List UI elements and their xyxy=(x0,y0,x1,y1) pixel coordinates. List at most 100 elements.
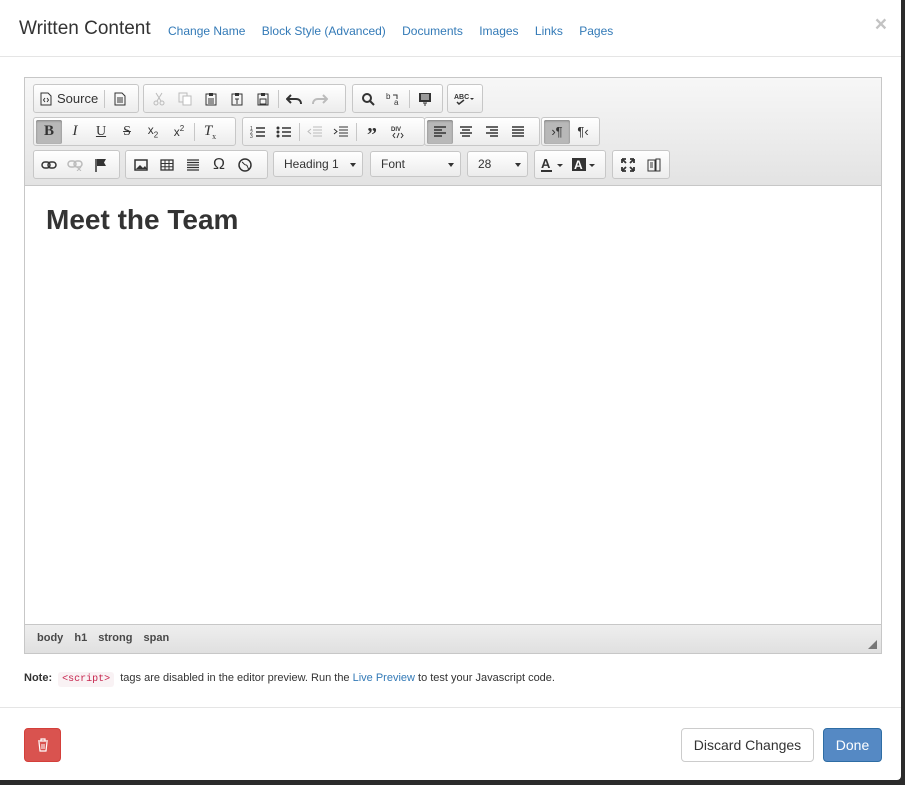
spellcheck-button[interactable]: ABC xyxy=(450,87,480,111)
scissors-icon xyxy=(153,92,165,105)
indent-button[interactable] xyxy=(328,120,354,144)
images-link[interactable]: Images xyxy=(479,24,518,38)
trash-icon xyxy=(37,738,48,752)
clipboard-icon xyxy=(205,92,217,105)
replace-button[interactable]: ba xyxy=(381,87,407,111)
toolbar-group-find: ba xyxy=(352,84,443,113)
source-label: Source xyxy=(57,91,99,106)
ltr-button[interactable]: ›¶ xyxy=(544,119,570,144)
live-preview-link[interactable]: Live Preview xyxy=(353,672,415,684)
justify-button[interactable] xyxy=(505,120,531,144)
paste-text-button[interactable] xyxy=(224,87,250,111)
block-style-link[interactable]: Block Style (Advanced) xyxy=(262,24,386,38)
rtl-button[interactable]: ¶‹ xyxy=(570,120,596,144)
change-name-link[interactable]: Change Name xyxy=(168,24,245,38)
indent-icon xyxy=(333,126,348,136)
subscript-icon: x2 xyxy=(147,123,159,140)
numbered-list-button[interactable]: 123 xyxy=(245,120,271,144)
superscript-button[interactable]: x2 xyxy=(166,120,192,144)
svg-text:3: 3 xyxy=(250,134,253,139)
path-item-span[interactable]: span xyxy=(144,632,170,644)
paste-word-icon xyxy=(257,92,269,105)
align-right-button[interactable] xyxy=(479,120,505,144)
documents-link[interactable]: Documents xyxy=(402,24,463,38)
iframe-button[interactable] xyxy=(232,153,258,177)
image-button[interactable] xyxy=(128,153,154,177)
background-color-icon: A xyxy=(572,157,595,172)
preview-button[interactable] xyxy=(107,87,133,111)
toolbar-group-clipboard xyxy=(143,84,346,113)
bulleted-list-button[interactable] xyxy=(271,120,297,144)
special-char-button[interactable]: Ω xyxy=(206,153,232,177)
done-button[interactable]: Done xyxy=(823,728,882,762)
div-button[interactable]: DIV xyxy=(385,120,411,144)
paste-word-button[interactable] xyxy=(250,87,276,111)
source-icon xyxy=(40,92,52,105)
toolbar-separator xyxy=(409,89,410,108)
undo-button[interactable] xyxy=(281,87,307,111)
maximize-button[interactable] xyxy=(615,153,641,177)
cut-button[interactable] xyxy=(146,87,172,111)
link-button[interactable] xyxy=(36,153,62,177)
show-blocks-button[interactable] xyxy=(641,153,667,177)
align-right-icon xyxy=(486,125,498,137)
path-item-body[interactable]: body xyxy=(37,632,63,644)
toolbar-group-basicstyles: B I U S x2 x2 Tx xyxy=(33,117,236,146)
resize-handle-icon[interactable] xyxy=(868,640,877,649)
links-link[interactable]: Links xyxy=(535,24,563,38)
table-button[interactable] xyxy=(154,153,180,177)
anchor-button[interactable] xyxy=(88,153,114,177)
redo-button[interactable] xyxy=(307,87,333,111)
unlink-button[interactable] xyxy=(62,153,88,177)
delete-button[interactable] xyxy=(24,728,61,762)
horizontal-rule-button[interactable] xyxy=(180,153,206,177)
pages-link[interactable]: Pages xyxy=(579,24,613,38)
format-dropdown[interactable]: Heading 1 xyxy=(273,151,363,177)
select-all-button[interactable] xyxy=(412,87,438,111)
chevron-down-icon xyxy=(448,163,454,167)
source-button[interactable]: Source xyxy=(36,87,102,111)
align-center-button[interactable] xyxy=(453,120,479,144)
align-left-button[interactable] xyxy=(427,119,453,144)
font-size-dropdown[interactable]: 28 xyxy=(467,151,528,177)
bold-button[interactable]: B xyxy=(36,119,62,144)
rich-text-editor: Source b a ABC B I U S x2 x2 Tx 1 2 3 ” … xyxy=(24,77,882,654)
close-icon[interactable]: × xyxy=(875,14,887,35)
toolbar-group-tools xyxy=(612,150,670,179)
italic-button[interactable]: I xyxy=(62,120,88,144)
modal-header: Written Content Change Name Block Style … xyxy=(0,0,901,57)
globe-icon xyxy=(238,157,252,172)
find-button[interactable] xyxy=(355,87,381,111)
omega-icon: Ω xyxy=(213,155,225,173)
subscript-button[interactable]: x2 xyxy=(140,120,166,144)
page-heading[interactable]: Meet the Team xyxy=(46,204,238,236)
font-size-value: 28 xyxy=(478,157,492,171)
remove-format-button[interactable]: Tx xyxy=(197,120,223,144)
svg-text:b: b xyxy=(386,92,391,101)
copy-button[interactable] xyxy=(172,87,198,111)
path-item-strong[interactable]: strong xyxy=(98,632,132,644)
note-text-after: to test your Javascript code. xyxy=(414,672,555,684)
toolbar-separator xyxy=(104,89,106,108)
underline-button[interactable]: U xyxy=(88,120,114,144)
bold-icon: B xyxy=(43,123,54,139)
font-dropdown[interactable]: Font xyxy=(370,151,461,177)
paste-button[interactable] xyxy=(198,87,224,111)
align-center-icon xyxy=(460,125,472,137)
outdent-button[interactable] xyxy=(302,120,328,144)
svg-text:a: a xyxy=(394,98,399,106)
toolbar-group-align xyxy=(424,117,540,146)
strikethrough-button[interactable]: S xyxy=(114,120,140,144)
blockquote-button[interactable]: ” xyxy=(359,120,385,145)
paste-text-icon xyxy=(231,92,243,105)
svg-text:DIV: DIV xyxy=(391,127,401,133)
discard-changes-button[interactable]: Discard Changes xyxy=(681,728,814,762)
note-text-before: tags are disabled in the editor preview.… xyxy=(117,672,353,684)
toolbar-group-document: Source xyxy=(33,84,139,113)
strikethrough-icon: S xyxy=(123,123,131,139)
text-color-button[interactable]: A xyxy=(537,153,569,177)
bg-color-button[interactable]: A xyxy=(569,153,601,177)
document-icon xyxy=(114,92,126,105)
path-item-h1[interactable]: h1 xyxy=(74,632,87,644)
editor-content[interactable]: Meet the Team xyxy=(25,186,881,624)
